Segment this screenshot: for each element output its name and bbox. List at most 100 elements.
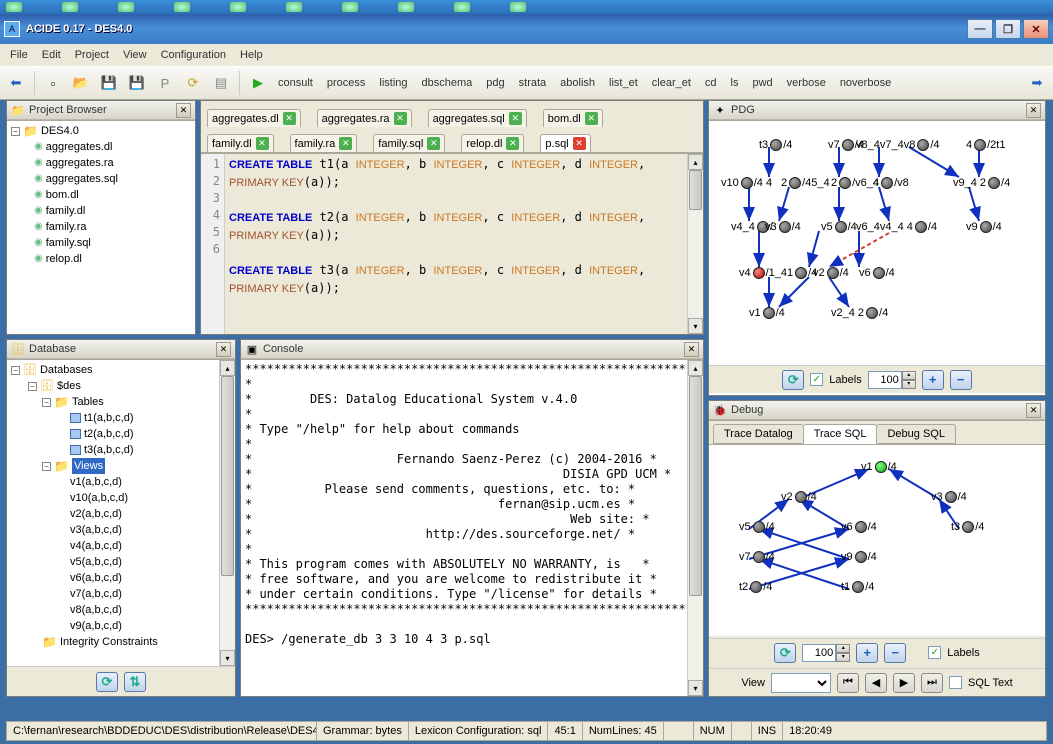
cmd-consult[interactable]: consult [274, 75, 317, 91]
db-view[interactable]: v10(a,b,c,d) [9, 490, 233, 506]
editor-tab[interactable]: family.sql✕ [373, 134, 445, 152]
project-file[interactable]: ◉aggregates.sql [9, 171, 193, 187]
tree-toggle[interactable]: − [28, 382, 37, 391]
db-view[interactable]: v3(a,b,c,d) [9, 522, 233, 538]
menu-view[interactable]: View [117, 47, 153, 63]
db-view[interactable]: v6(a,b,c,d) [9, 570, 233, 586]
maximize-button[interactable]: ❐ [995, 19, 1021, 39]
project-tree[interactable]: −📁DES4.0 ◉aggregates.dl◉aggregates.ra◉ag… [7, 121, 195, 269]
zoom-in-button[interactable]: + [922, 370, 944, 390]
panel-close-button[interactable]: ✕ [1026, 403, 1041, 418]
graph-node[interactable]: t3/4 [759, 139, 792, 151]
print-button[interactable]: P [153, 71, 177, 95]
db-view[interactable]: v1(a,b,c,d) [9, 474, 233, 490]
debug-tab[interactable]: Debug SQL [876, 424, 955, 444]
cmd-process[interactable]: process [323, 75, 370, 91]
debug-tab[interactable]: Trace SQL [803, 424, 878, 444]
db-table[interactable]: t3(a,b,c,d) [9, 442, 233, 458]
project-file[interactable]: ◉family.dl [9, 203, 193, 219]
db-scrollbar[interactable]: ▴ ▾ [219, 360, 235, 666]
graph-node[interactable]: v2/4 [813, 267, 849, 279]
editor-tab[interactable]: aggregates.dl✕ [207, 109, 301, 127]
cmd-listing[interactable]: listing [375, 75, 411, 91]
pdg-refresh-button[interactable]: ⟳ [782, 370, 804, 390]
tree-toggle[interactable]: − [42, 398, 51, 407]
nav-next-button[interactable]: ▶ [893, 673, 915, 693]
db-view[interactable]: v4(a,b,c,d) [9, 538, 233, 554]
nav-first-button[interactable]: ⏮ [837, 673, 859, 693]
editor-tab[interactable]: bom.dl✕ [543, 109, 603, 127]
cmd-list_et[interactable]: list_et [605, 75, 642, 91]
views-label[interactable]: Views [72, 458, 105, 474]
project-file[interactable]: ◉relop.dl [9, 251, 193, 267]
zoom-input[interactable] [802, 644, 836, 662]
db-table[interactable]: t2(a,b,c,d) [9, 426, 233, 442]
scroll-up-button[interactable]: ▴ [688, 154, 703, 170]
graph-node[interactable]: v7/4 [739, 551, 775, 563]
menu-project[interactable]: Project [69, 47, 115, 63]
save-all-button[interactable]: 💾 [125, 71, 149, 95]
tab-close-icon[interactable]: ✕ [585, 112, 598, 125]
scroll-down-button[interactable]: ▾ [688, 680, 703, 696]
database-tree[interactable]: −🗄Databases −🗄$des −📁Tables t1(a,b,c,d)t… [7, 360, 235, 652]
project-file[interactable]: ◉family.sql [9, 235, 193, 251]
db-view[interactable]: v7(a,b,c,d) [9, 586, 233, 602]
db-sync-button[interactable]: ⇅ [124, 672, 146, 692]
cmd-strata[interactable]: strata [515, 75, 551, 91]
tab-close-icon[interactable]: ✕ [256, 137, 269, 150]
zoom-spinner[interactable]: ▴▾ [868, 371, 916, 389]
tab-close-icon[interactable]: ✕ [427, 137, 440, 150]
graph-node[interactable]: v2/4 [781, 491, 817, 503]
tree-toggle[interactable]: − [11, 366, 20, 375]
editor-scrollbar[interactable]: ▴ ▾ [687, 154, 703, 334]
scroll-up-button[interactable]: ▴ [688, 360, 703, 376]
project-file[interactable]: ◉bom.dl [9, 187, 193, 203]
zoom-out-button[interactable]: − [950, 370, 972, 390]
editor-tab[interactable]: family.dl✕ [207, 134, 274, 152]
editor-tab[interactable]: family.ra✕ [290, 134, 358, 152]
graph-node[interactable]: v5/4 [821, 221, 857, 233]
zoom-input[interactable] [868, 371, 902, 389]
editor-tab[interactable]: p.sql✕ [540, 134, 590, 152]
graph-node[interactable]: v3/4 [765, 221, 801, 233]
graph-node[interactable]: v9/4 [966, 221, 1002, 233]
refresh-button[interactable]: ⟳ [181, 71, 205, 95]
db-view[interactable]: v8(a,b,c,d) [9, 602, 233, 618]
panel-close-button[interactable]: ✕ [684, 342, 699, 357]
db-view[interactable]: v9(a,b,c,d) [9, 618, 233, 634]
labels-checkbox[interactable]: ✓ [928, 646, 941, 659]
graph-node[interactable]: v6/4 [841, 521, 877, 533]
graph-node[interactable]: 4/2t1 [966, 139, 1005, 151]
db-view[interactable]: v5(a,b,c,d) [9, 554, 233, 570]
cmd-noverbose[interactable]: noverbose [836, 75, 895, 91]
menu-help[interactable]: Help [234, 47, 269, 63]
tab-close-icon[interactable]: ✕ [573, 137, 586, 150]
cmd-ls[interactable]: ls [727, 75, 743, 91]
scroll-thumb[interactable] [689, 376, 702, 596]
graph-node[interactable]: v6_4v4_4 4/4 [856, 221, 937, 233]
tab-close-icon[interactable]: ✕ [283, 112, 296, 125]
close-button[interactable]: ✕ [1023, 19, 1049, 39]
spin-down[interactable]: ▾ [902, 380, 916, 389]
cmd-cd[interactable]: cd [701, 75, 721, 91]
spin-up[interactable]: ▴ [902, 371, 916, 380]
project-file[interactable]: ◉aggregates.ra [9, 155, 193, 171]
cmd-verbose[interactable]: verbose [783, 75, 830, 91]
tree-toggle[interactable]: − [11, 127, 20, 136]
graph-node[interactable]: v5/4 [739, 521, 775, 533]
sqltext-checkbox[interactable] [949, 676, 962, 689]
save-button[interactable]: 💾 [97, 71, 121, 95]
graph-node[interactable]: 2/v6_4 [831, 177, 879, 189]
graph-node[interactable]: v8_4v7_4v8/4 [856, 139, 940, 151]
editor-tab[interactable]: aggregates.sql✕ [428, 109, 527, 127]
zoom-in-button[interactable]: + [856, 643, 878, 663]
nav-last-button[interactable]: ⏭ [921, 673, 943, 693]
debug-tab[interactable]: Trace Datalog [713, 424, 804, 444]
tab-close-icon[interactable]: ✕ [394, 112, 407, 125]
graph-node[interactable]: v1/4 [749, 307, 785, 319]
panel-close-button[interactable]: ✕ [176, 103, 191, 118]
scroll-thumb[interactable] [221, 376, 234, 576]
tab-close-icon[interactable]: ✕ [506, 137, 519, 150]
graph-node[interactable]: t3/4 [951, 521, 984, 533]
graph-node[interactable]: 2/45_4 [781, 177, 830, 189]
